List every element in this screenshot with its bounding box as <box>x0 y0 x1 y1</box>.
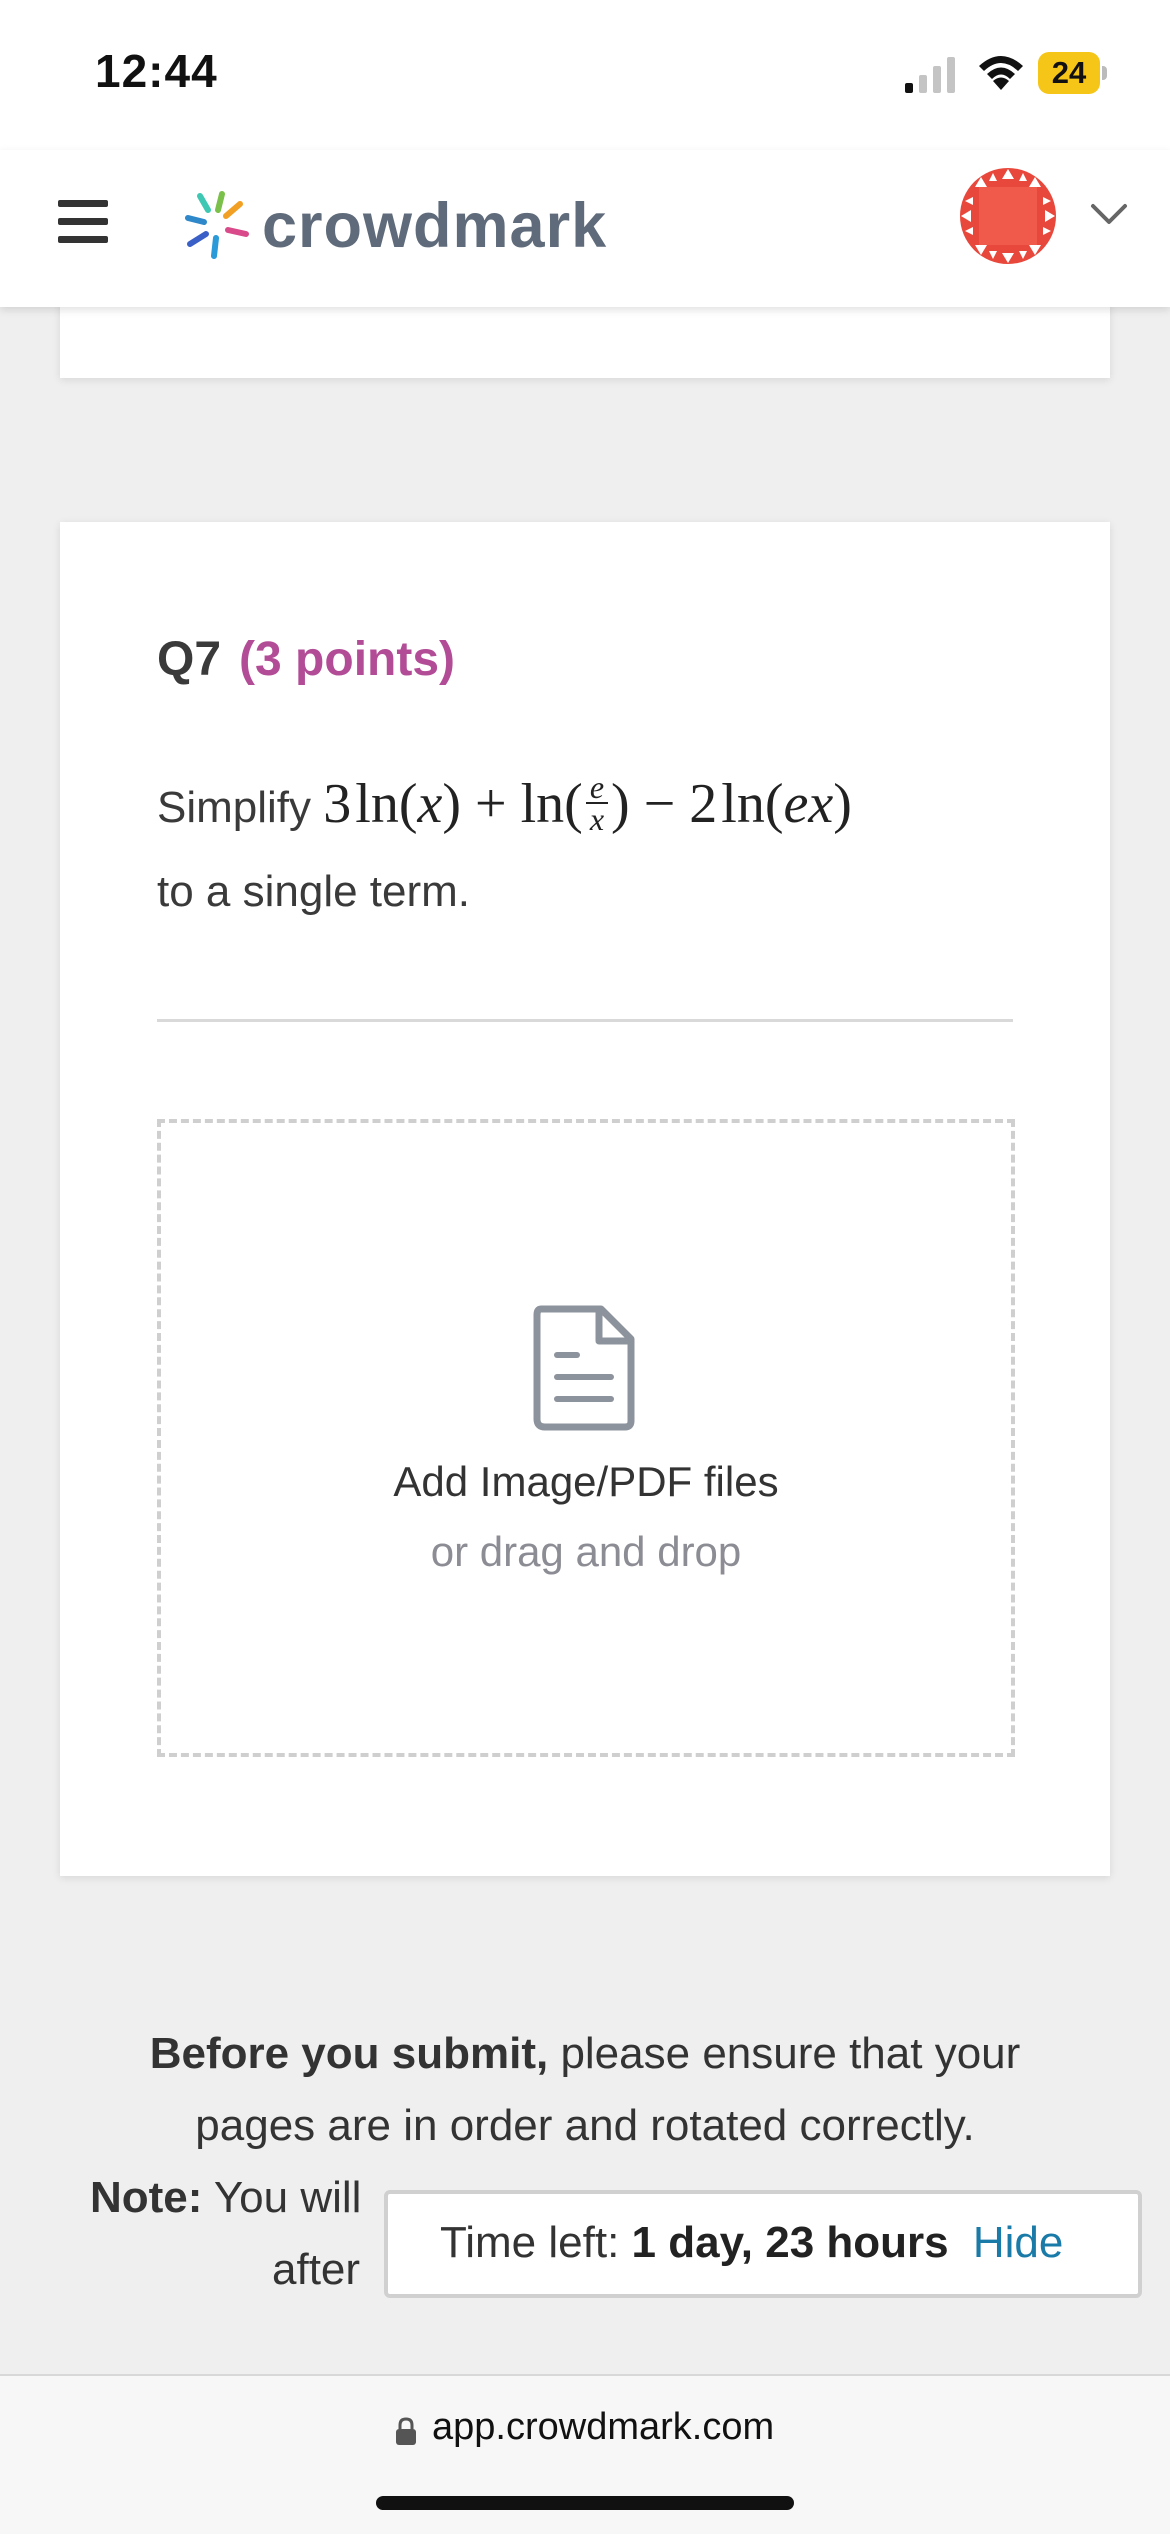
url-text[interactable]: app.crowdmark.com <box>432 2406 774 2449</box>
submit-note-line1: please ensure that your <box>560 2029 1021 2078</box>
upload-secondary-label: or drag and drop <box>430 1528 742 1575</box>
submit-note-lead: Before you submit, <box>149 2029 549 2078</box>
cellular-signal-icon <box>905 57 955 93</box>
time-left-label: Time left: <box>440 2218 620 2267</box>
submit-note-line3: You will <box>213 2173 362 2222</box>
question-number: Q7 <box>157 633 222 686</box>
wifi-icon <box>979 56 1023 90</box>
browser-address-bar[interactable]: app.crowdmark.com <box>0 2374 1170 2534</box>
battery-level: 24 <box>1051 55 1087 90</box>
chevron-down-icon[interactable] <box>1087 198 1131 228</box>
upload-primary-label[interactable]: Add Image/PDF files <box>161 1458 1011 1506</box>
home-indicator[interactable] <box>376 2496 794 2510</box>
time-left-value: 1 day, 23 hours <box>631 2218 949 2267</box>
status-bar: 12:44 24 <box>0 0 1170 150</box>
lock-icon <box>396 2417 416 2445</box>
prompt-suffix: to a single term. <box>157 867 471 916</box>
question-points: (3 points) <box>239 633 456 686</box>
question-title: Q7 (3 points) <box>157 632 455 687</box>
hamburger-menu-icon[interactable] <box>58 200 108 244</box>
prompt-prefix: Simplify <box>157 783 312 832</box>
crowdmark-logo-text[interactable]: crowdmark <box>262 190 607 262</box>
note-label: Note: <box>90 2173 203 2222</box>
avatar-icon[interactable] <box>957 165 1059 267</box>
upload-dropzone[interactable]: Add Image/PDF files or drag and drop <box>157 1119 1015 1757</box>
document-icon <box>533 1305 635 1431</box>
submit-note-line2: pages are in order and rotated correctly… <box>195 2101 975 2150</box>
divider <box>157 1019 1013 1022</box>
question-prompt: Simplify 3ln(x) + ln(e x) − 2ln(ex) to a … <box>157 762 1037 934</box>
math-expression: 3ln(x) + ln(e x) − 2ln(ex) <box>323 769 852 838</box>
time-left-toast: Time left: 1 day, 23 hours Hide <box>384 2190 1142 2298</box>
clock: 12:44 <box>95 45 218 97</box>
hide-timer-link[interactable]: Hide <box>973 2218 1064 2267</box>
crowdmark-logo-icon[interactable] <box>178 188 256 266</box>
question-card: Q7 (3 points) Simplify 3ln(x) + ln(e x) − … <box>60 522 1110 1876</box>
battery-icon: 24 <box>1038 52 1108 94</box>
app-header: crowdmark <box>0 150 1170 307</box>
